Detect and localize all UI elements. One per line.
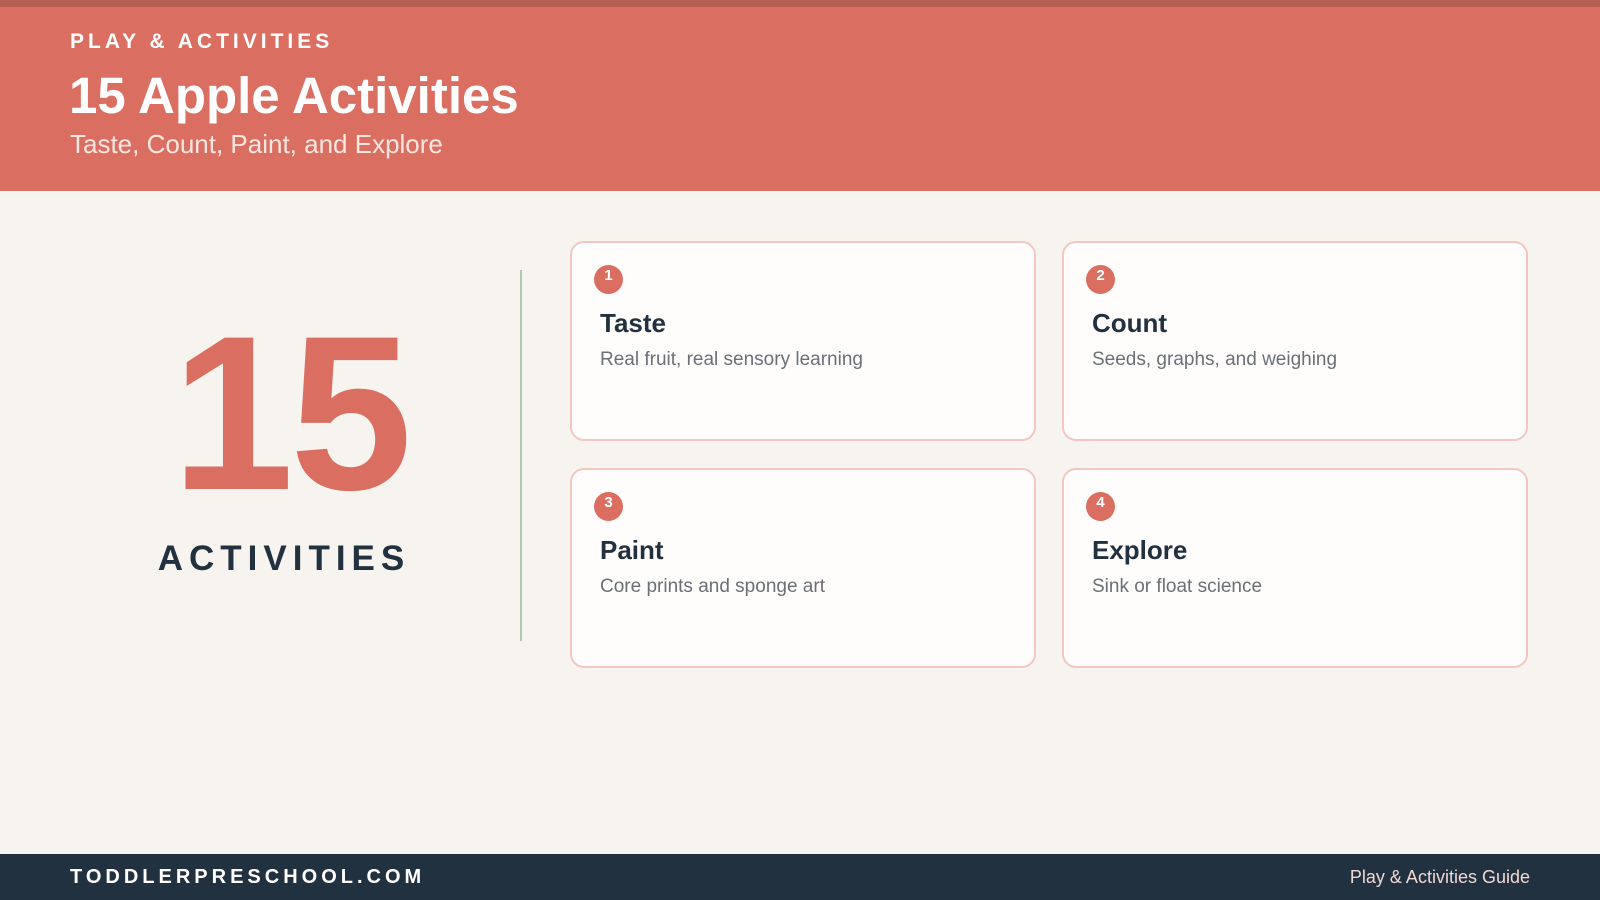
activity-card-taste: 1 Taste Real fruit, real sensory learnin… [570,241,1036,441]
page-title: 15 Apple Activities [69,67,519,124]
activity-title: Paint [600,535,664,565]
activity-title: Taste [600,308,666,338]
activity-number-badge: 4 [1086,492,1115,521]
footer-bar: TODDLERPRESCHOOL.COM Play & Activities G… [0,854,1600,900]
site-name: TODDLERPRESCHOOL.COM [70,866,426,888]
activity-number-badge: 1 [594,265,623,294]
activity-card-count: 2 Count Seeds, graphs, and weighing [1062,241,1528,441]
vertical-divider [520,270,522,641]
activity-description: Seeds, graphs, and weighing [1092,349,1338,370]
activity-number-badge: 2 [1086,265,1115,294]
activity-description: Sink or float science [1092,576,1263,597]
header-banner: PLAY & ACTIVITIES 15 Apple Activities Ta… [0,7,1600,191]
page-subtitle: Taste, Count, Paint, and Explore [70,129,443,159]
guide-label: Play & Activities Guide [1349,867,1530,887]
activity-card-paint: 3 Paint Core prints and sponge art [570,468,1036,668]
activities-label: ACTIVITIES [157,539,411,578]
section-eyebrow: PLAY & ACTIVITIES [70,30,334,53]
activity-title: Explore [1092,535,1188,565]
activity-title: Count [1092,308,1168,338]
activity-number-badge: 3 [594,492,623,521]
activity-description: Core prints and sponge art [600,576,825,597]
activity-card-explore: 4 Explore Sink or float science [1062,468,1528,668]
activities-count: 15 [171,290,413,536]
top-accent-line [0,0,1600,7]
activity-description: Real fruit, real sensory learning [600,349,863,370]
